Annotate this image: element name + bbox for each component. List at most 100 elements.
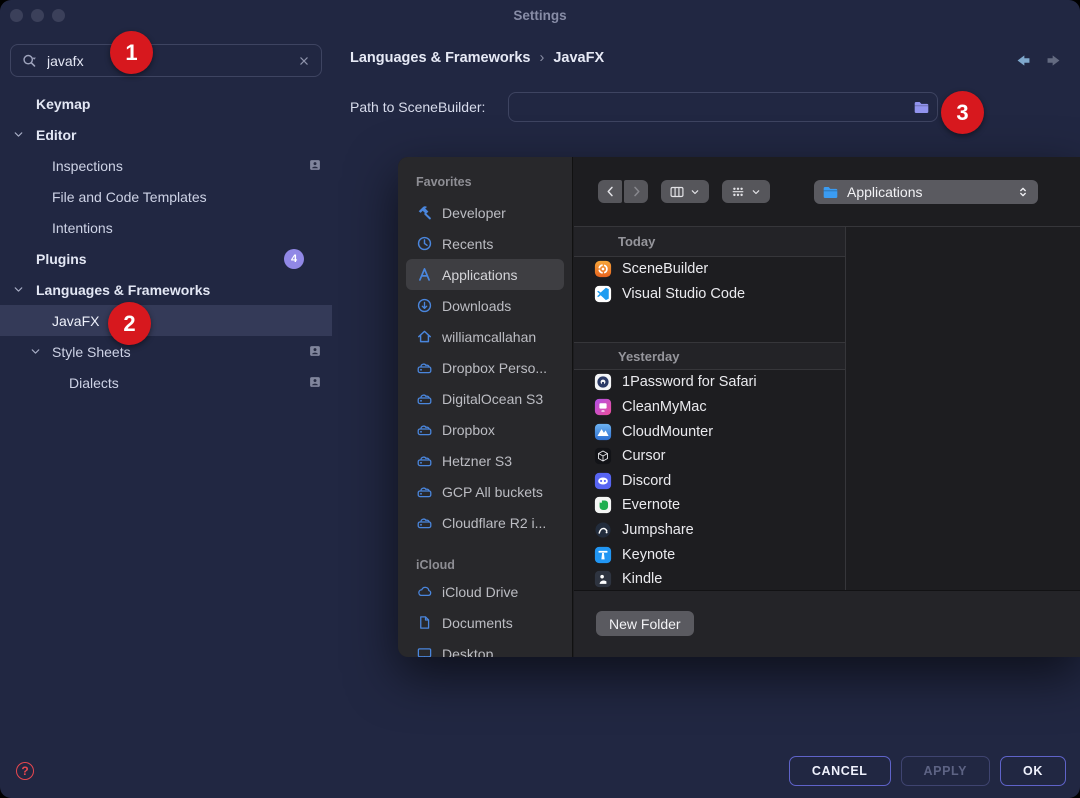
sidebar-item-label: Applications [442,267,518,283]
settings-tree-item-languages-frameworks[interactable]: Languages & Frameworks [0,274,332,305]
breadcrumb-parent[interactable]: Languages & Frameworks [350,50,531,66]
forward-button[interactable] [624,180,648,203]
settings-tree-item-file-and-code-templates[interactable]: File and Code Templates [0,181,332,212]
sidebar-item-developer[interactable]: Developer [406,197,564,228]
history-forward-icon[interactable] [1045,52,1062,69]
file-row-visual-studio-code[interactable]: Visual Studio Code [574,282,845,307]
file-name: Evernote [622,497,680,513]
tree-item-label: Dialects [69,375,119,391]
sidebar-item-label: Developer [442,205,506,221]
section-header-yesterday: Yesterday [574,342,845,370]
settings-tree-item-intentions[interactable]: Intentions [0,212,332,243]
sidebar-item-dropbox[interactable]: Dropbox [406,414,564,445]
breadcrumb: Languages & Frameworks › JavaFX [350,50,604,66]
file-row-cleanmymac[interactable]: CleanMyMac [574,395,845,420]
help-button[interactable]: ? [16,762,34,780]
cloudmounter-app-icon [594,423,612,441]
search-icon[interactable] [21,52,39,70]
apps-icon [416,266,433,283]
settings-tree-item-plugins[interactable]: Plugins4 [0,243,332,274]
browse-folder-button[interactable] [908,95,934,119]
sidebar-item-downloads[interactable]: Downloads [406,290,564,321]
keynote-app-icon [594,546,612,564]
settings-search[interactable] [10,44,322,77]
file-row-kindle[interactable]: Kindle [574,567,845,590]
ok-button[interactable]: OK [1000,756,1066,786]
path-to-scenebuilder-field[interactable] [508,92,938,122]
breadcrumb-separator-icon: › [540,50,545,66]
sidebar-item-desktop[interactable]: Desktop [406,638,564,657]
sidebar-item-digitalocean-s3[interactable]: DigitalOcean S3 [406,383,564,414]
sidebar-item-cloudflare-r2-i-[interactable]: Cloudflare R2 i... [406,507,564,538]
sidebar-item-williamcallahan[interactable]: williamcallahan [406,321,564,352]
file-row-scenebuilder[interactable]: SceneBuilder [574,257,845,282]
clear-search-icon[interactable] [297,54,311,68]
settings-tree-item-style-sheets[interactable]: Style Sheets [0,336,332,367]
group-by-button[interactable] [722,180,770,203]
hammer-icon [416,204,433,221]
kindle-app-icon [594,570,612,588]
annotation-step-1: 1 [110,31,153,74]
tree-item-label: Intentions [52,220,113,236]
settings-tree-item-keymap[interactable]: Keymap [0,88,332,119]
cancel-button[interactable]: CANCEL [789,756,891,786]
file-row-discord[interactable]: Discord [574,469,845,494]
expand-chevron-icon [12,283,25,296]
onepassword-app-icon [594,373,612,391]
sidebar-item-applications[interactable]: Applications [406,259,564,290]
history-back-icon[interactable] [1015,52,1032,69]
file-name: Jumpshare [622,522,694,538]
view-mode-button[interactable] [661,180,709,203]
columns-view-icon [669,184,685,200]
file-dialog-toolbar: Applications [574,157,1080,226]
clouddrive-icon [416,452,433,469]
chevron-down-icon [689,186,701,198]
titlebar: Settings [0,0,1080,30]
sidebar-item-label: Desktop [442,646,493,658]
file-row-cloudmounter[interactable]: CloudMounter [574,419,845,444]
settings-tree-item-javafx[interactable]: JavaFX [0,305,332,336]
scenebuilder-app-icon [594,260,612,278]
file-name: CleanMyMac [622,399,707,415]
file-row-1password-for-safari[interactable]: 1Password for Safari [574,370,845,395]
path-to-scenebuilder-label: Path to SceneBuilder: [350,99,485,115]
clouddrive-icon [416,514,433,531]
new-folder-button[interactable]: New Folder [596,611,694,636]
file-row-keynote[interactable]: Keynote [574,542,845,567]
file-row-cursor[interactable]: Cursor [574,444,845,469]
sidebar-item-recents[interactable]: Recents [406,228,564,259]
file-name: Kindle [622,571,662,587]
file-dialog-bottom-bar: New Folder [574,590,1080,657]
file-name: Keynote [622,547,675,563]
sidebar-item-icloud-drive[interactable]: iCloud Drive [406,576,564,607]
file-row-jumpshare[interactable]: Jumpshare [574,518,845,543]
sidebar-item-label: Hetzner S3 [442,453,512,469]
settings-tree-item-inspections[interactable]: Inspections [0,150,332,181]
sidebar-item-gcp-all-buckets[interactable]: GCP All buckets [406,476,564,507]
settings-scope-icon [308,375,322,389]
apply-button[interactable]: APPLY [901,756,991,786]
breadcrumb-current: JavaFX [553,50,604,66]
clouddrive-icon [416,483,433,500]
clouddrive-icon [416,390,433,407]
tree-item-label: Keymap [36,96,90,112]
sidebar-item-hetzner-s3[interactable]: Hetzner S3 [406,445,564,476]
tree-item-label: Inspections [52,158,123,174]
icloud-list: iCloud Drive Documents Desktop [406,576,564,657]
settings-tree-item-editor[interactable]: Editor [0,119,332,150]
evernote-app-icon [594,496,612,514]
settings-tree-item-dialects[interactable]: Dialects [0,367,332,398]
sidebar-item-dropbox-perso-[interactable]: Dropbox Perso... [406,352,564,383]
desktop-icon [416,645,433,657]
sidebar-item-label: Documents [442,615,513,631]
back-button[interactable] [598,180,622,203]
file-row-evernote[interactable]: Evernote [574,493,845,518]
favorites-list: Developer Recents Applications Downloadswil… [406,197,564,538]
sidebar-item-documents[interactable]: Documents [406,607,564,638]
clouddrive-icon [416,359,433,376]
location-dropdown[interactable]: Applications [814,180,1038,204]
file-name: SceneBuilder [622,261,708,277]
search-input[interactable] [47,53,297,69]
tree-item-label: Languages & Frameworks [36,282,210,298]
path-input[interactable] [509,93,908,121]
